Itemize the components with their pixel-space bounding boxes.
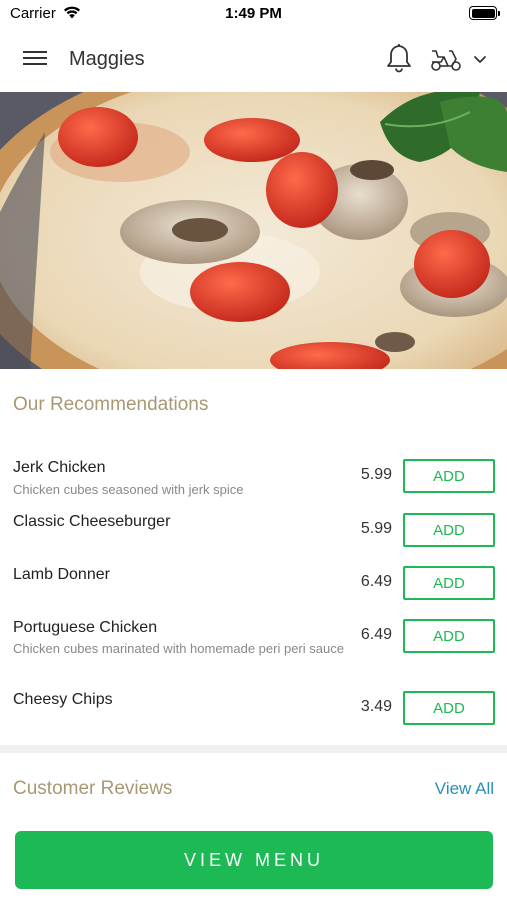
item-description: Chicken cubes seasoned with jerk spice: [13, 482, 244, 497]
view-all-link[interactable]: View All: [435, 779, 494, 799]
battery-icon: [469, 6, 500, 20]
item-name: Cheesy Chips: [13, 691, 113, 708]
item-price: 5.99: [360, 520, 392, 537]
bell-icon[interactable]: [384, 41, 414, 75]
clock: 1:49 PM: [225, 5, 282, 22]
item-price: 6.49: [360, 573, 392, 590]
item-name: Jerk Chicken: [13, 459, 106, 476]
item-name: Portuguese Chicken: [13, 619, 158, 636]
page-title: Maggies: [69, 48, 145, 70]
reviews-heading: Customer Reviews: [13, 778, 173, 799]
chevron-down-icon[interactable]: [472, 53, 488, 65]
item-price: 5.99: [360, 466, 392, 483]
add-button[interactable]: ADD: [403, 513, 495, 547]
status-bar: Carrier 1:49 PM: [0, 0, 507, 27]
add-button[interactable]: ADD: [403, 691, 495, 725]
add-button[interactable]: ADD: [403, 459, 495, 493]
item-price: 3.49: [360, 698, 392, 715]
view-menu-button[interactable]: VIEW MENU: [15, 831, 493, 889]
hamburger-menu-icon[interactable]: [20, 47, 50, 71]
hero-pizza-image: [0, 92, 507, 369]
item-description: Chicken cubes marinated with homemade pe…: [13, 641, 344, 656]
add-button[interactable]: ADD: [403, 619, 495, 653]
section-divider: [0, 745, 507, 753]
item-name: Classic Cheeseburger: [13, 513, 171, 530]
item-name: Lamb Donner: [13, 566, 110, 583]
add-button[interactable]: ADD: [403, 566, 495, 600]
item-price: 6.49: [360, 626, 392, 643]
recommendations-heading: Our Recommendations: [13, 394, 209, 415]
delivery-scooter-icon[interactable]: [428, 45, 464, 73]
app-header: Maggies: [0, 27, 507, 92]
